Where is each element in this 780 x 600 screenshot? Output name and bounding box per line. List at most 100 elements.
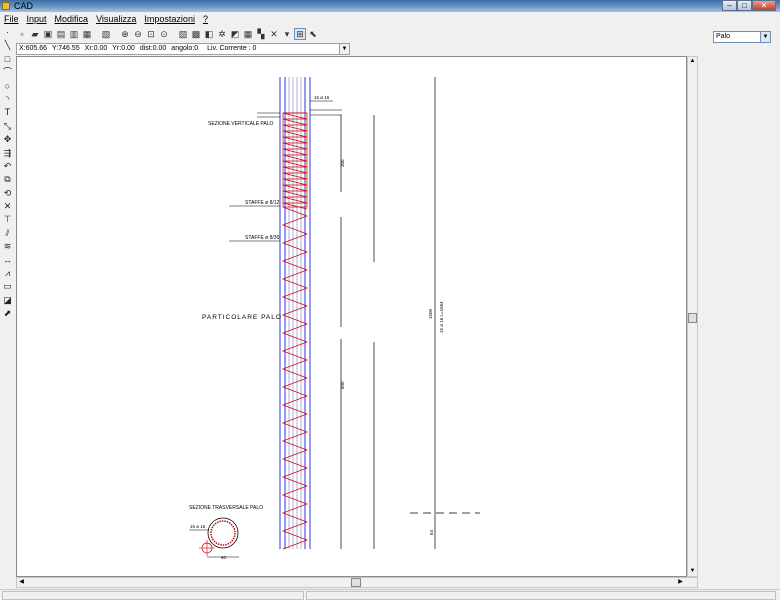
extend-icon[interactable]: ⫽ xyxy=(0,227,15,240)
text-icon[interactable]: T xyxy=(0,106,15,119)
status-pane xyxy=(2,591,304,600)
mirror-icon[interactable]: ⧉ xyxy=(0,173,15,186)
title-bar: CAD – □ ✕ xyxy=(0,0,780,12)
circle-icon[interactable]: ○ xyxy=(0,80,15,93)
coord-yr: Yr:0.00 xyxy=(112,45,135,52)
drawing-svg: SEZIONE VERTICALE PALO STAFFE ø 8/12 STA… xyxy=(189,77,480,560)
menu-impostazioni[interactable]: Impostazioni xyxy=(140,12,199,26)
drawing-canvas[interactable]: SEZIONE VERTICALE PALO STAFFE ø 8/12 STA… xyxy=(16,56,687,577)
layer-icon[interactable]: ▭ xyxy=(0,280,15,293)
pointer-icon[interactable]: ⬉ xyxy=(307,28,319,40)
table-icon[interactable]: ▦ xyxy=(242,28,254,40)
coordinate-bar: X:605.66 Y:746.55 Xr:0.00 Yr:0.00 dist:0… xyxy=(16,43,350,55)
rotate-icon[interactable]: ↶ xyxy=(0,160,15,173)
label-particolare-palo: PARTICOLARE PALO xyxy=(202,314,282,321)
arc-icon[interactable]: ◝ xyxy=(0,93,15,106)
window-title: CAD xyxy=(14,1,34,11)
export-icon[interactable]: ▥ xyxy=(68,28,80,40)
dim-linear-icon[interactable]: ↔ xyxy=(0,254,15,267)
select-icon[interactable]: ⬈ xyxy=(0,307,15,320)
color-icon[interactable]: ◧ xyxy=(203,28,215,40)
move-icon[interactable]: ✥ xyxy=(0,133,15,146)
layers-icon[interactable]: ▨ xyxy=(177,28,189,40)
zoom-out-icon[interactable]: ⊖ xyxy=(132,28,144,40)
label-sezione-trasversale: SEZIONE TRASVERSALE PALO xyxy=(189,505,263,511)
polyline-icon[interactable]: ⌒ xyxy=(0,66,15,79)
snap-icon[interactable]: ✲ xyxy=(216,28,228,40)
scroll-up-icon[interactable]: ▲ xyxy=(688,57,697,66)
right-panel: Palo ▼ xyxy=(700,27,780,589)
menu-modifica[interactable]: Modifica xyxy=(51,12,93,26)
current-level[interactable]: Liv. Corrente : 0 xyxy=(207,44,256,54)
scroll-left-icon[interactable]: ◀ xyxy=(17,578,26,587)
label-staffe-30: STAFFE ø 8/30 xyxy=(245,235,280,241)
coord-y: Y:746.55 xyxy=(52,45,80,52)
delete-icon[interactable]: ✕ xyxy=(0,200,15,213)
menu-help[interactable]: ? xyxy=(199,12,212,26)
app-icon xyxy=(2,2,10,10)
print-icon[interactable]: ▦ xyxy=(81,28,93,40)
label-dim-600: 600 xyxy=(340,381,345,389)
copy-icon[interactable]: ⇶ xyxy=(0,147,15,160)
cross-icon[interactable]: ✕ xyxy=(268,28,280,40)
line-icon[interactable]: ╲ xyxy=(0,39,15,52)
chevron-down-icon[interactable]: ▼ xyxy=(760,32,770,42)
trim-icon[interactable]: ⊤ xyxy=(0,213,15,226)
label-sezione-verticale: SEZIONE VERTICALE PALO xyxy=(208,121,274,127)
close-button[interactable]: ✕ xyxy=(752,0,776,11)
vertical-scrollbar[interactable]: ▲ ▼ xyxy=(687,56,698,577)
minimize-button[interactable]: – xyxy=(722,0,737,11)
save-icon[interactable]: ▣ xyxy=(42,28,54,40)
stirrups-rebar xyxy=(282,112,308,550)
distance-readout: dist:0.00 xyxy=(139,45,167,52)
coord-xr: Xr:0.00 xyxy=(84,45,108,52)
scale-icon[interactable]: ⟲ xyxy=(0,187,15,200)
coordinates-icon[interactable]: ⊞ xyxy=(294,28,306,40)
pile-outline xyxy=(279,77,311,549)
save-as-icon[interactable]: ▤ xyxy=(55,28,67,40)
label-dim-300: 300 xyxy=(340,159,345,167)
label-dim-64: 64 xyxy=(429,529,434,535)
scroll-down-icon[interactable]: ▼ xyxy=(688,567,697,576)
toolbar-separator xyxy=(171,28,176,40)
ortho-icon[interactable]: ◩ xyxy=(229,28,241,40)
dim-aligned-icon[interactable]: ⩘ xyxy=(0,267,15,280)
toolbar-separator xyxy=(113,28,118,40)
dropdown-icon[interactable]: ▾ xyxy=(281,28,293,40)
window-controls: – □ ✕ xyxy=(722,0,776,11)
toolbar-separator xyxy=(94,28,99,40)
zoom-in-icon[interactable]: ⊕ xyxy=(119,28,131,40)
label-ferri-section: 15 ø 16 xyxy=(190,524,206,529)
zoom-window-icon[interactable]: ⊡ xyxy=(145,28,157,40)
grid-icon[interactable]: ▩ xyxy=(190,28,202,40)
label-dim-1500: 1500 xyxy=(428,308,433,319)
zoom-all-icon[interactable]: ⊙ xyxy=(158,28,170,40)
angle-readout: angolo:0 xyxy=(171,45,199,52)
dimension-lines xyxy=(340,77,480,549)
horizontal-scroll-thumb[interactable] xyxy=(351,578,361,587)
layer-select[interactable]: Palo ▼ xyxy=(713,31,771,43)
preview-icon[interactable]: ▧ xyxy=(100,28,112,40)
chevron-down-icon[interactable]: ▼ xyxy=(339,44,349,54)
menu-visualizza[interactable]: Visualizza xyxy=(92,12,140,26)
horizontal-scrollbar[interactable]: ◀ ▶ xyxy=(16,577,698,588)
menu-bar: File Input Modifica Visualizza Impostazi… xyxy=(0,12,780,26)
dimension-icon[interactable]: ⤡ xyxy=(0,120,15,133)
scroll-right-icon[interactable]: ▶ xyxy=(676,578,685,587)
vertical-scroll-thumb[interactable] xyxy=(688,313,697,323)
point-icon[interactable]: · xyxy=(0,26,15,39)
rectangle-icon[interactable]: □ xyxy=(0,53,15,66)
maximize-button[interactable]: □ xyxy=(737,0,752,11)
open-folder-icon[interactable]: ▰ xyxy=(29,28,41,40)
label-dim-long: 15 ø 16 L=1664 xyxy=(439,301,444,333)
array-icon[interactable]: ▚ xyxy=(255,28,267,40)
stirrup-path xyxy=(282,112,308,550)
menu-file[interactable]: File xyxy=(0,12,23,26)
layer-select-value: Palo xyxy=(716,33,731,40)
menu-input[interactable]: Input xyxy=(23,12,51,26)
new-file-icon[interactable]: ▫ xyxy=(16,28,28,40)
drawing-tools: · ╲ □ ⌒ ○ ◝ T ⤡ ✥ ⇶ ↶ ⧉ ⟲ ✕ ⊤ ⫽ ≋ ↔ ⩘ ▭ … xyxy=(0,26,15,336)
measure-icon[interactable]: ◪ xyxy=(0,294,15,307)
hatch-icon[interactable]: ≋ xyxy=(0,240,15,253)
label-staffe-12: STAFFE ø 8/12 xyxy=(245,200,280,206)
